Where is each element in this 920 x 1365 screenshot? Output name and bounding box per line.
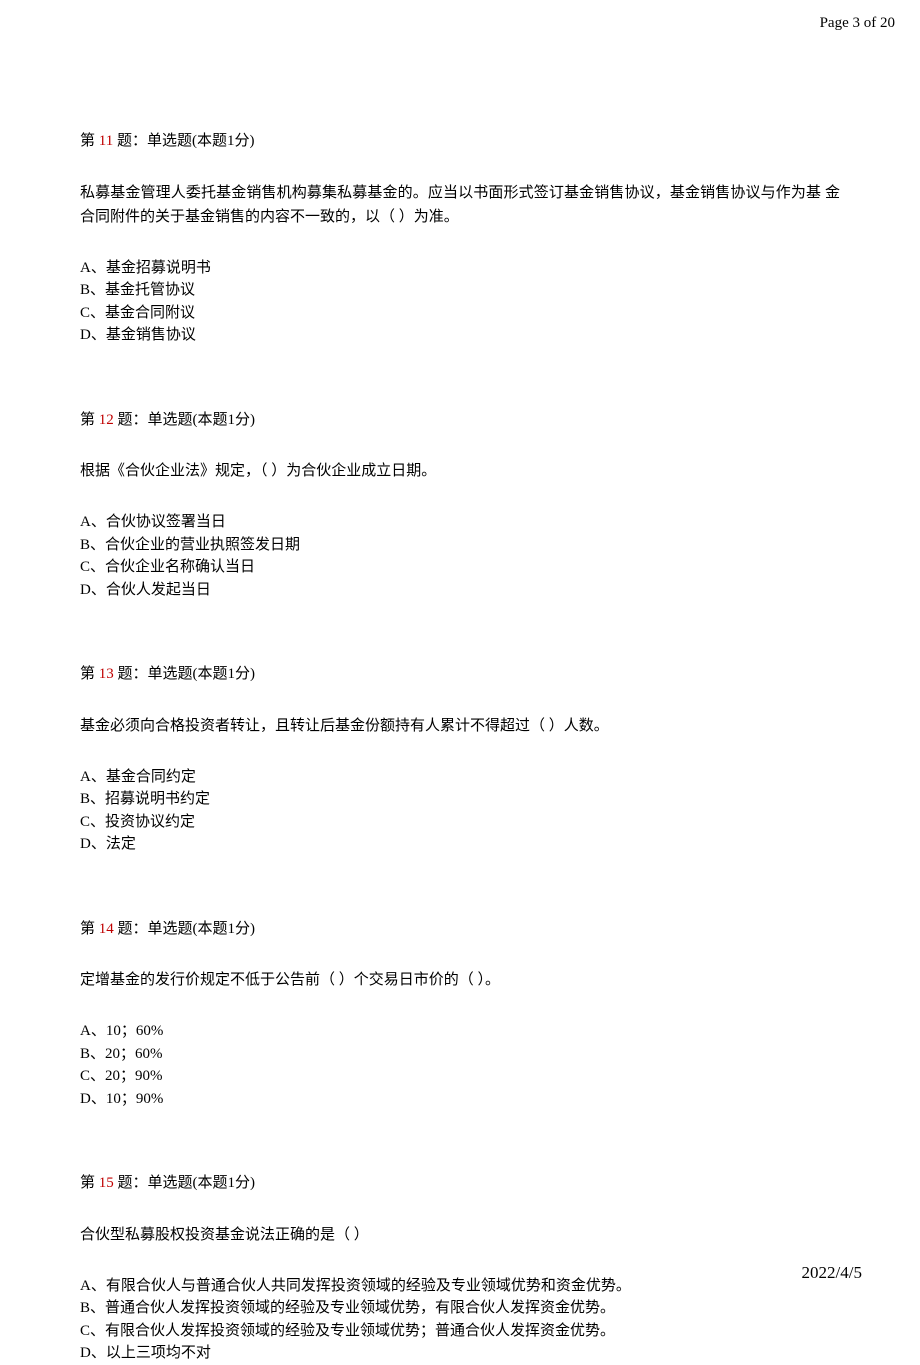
- question-text: 定增基金的发行价规定不低于公告前（ ）个交易日市价的（ ）。: [80, 968, 840, 992]
- question-13: 第 13 题：单选题(本题1分) 基金必须向合格投资者转让，且转让后基金份额持有…: [80, 663, 840, 856]
- question-number: 14: [99, 921, 114, 937]
- options-list: A、基金合同约定 B、招募说明书约定 C、投资协议约定 D、法定: [80, 766, 840, 856]
- question-prefix: 第: [80, 1175, 99, 1191]
- question-15: 第 15 题：单选题(本题1分) 合伙型私募股权投资基金说法正确的是（ ） A、…: [80, 1172, 840, 1365]
- option-a: A、有限合伙人与普通合伙人共同发挥投资领域的经验及专业领域优势和资金优势。: [80, 1275, 840, 1298]
- question-suffix: 题：单选题(本题1分): [114, 1175, 255, 1191]
- option-d: D、合伙人发起当日: [80, 579, 840, 602]
- question-prefix: 第: [80, 412, 99, 428]
- question-11: 第 11 题：单选题(本题1分) 私募基金管理人委托基金销售机构募集私募基金的。…: [80, 130, 840, 347]
- question-suffix: 题：单选题(本题1分): [114, 412, 255, 428]
- question-title: 第 13 题：单选题(本题1分): [80, 663, 840, 686]
- question-text: 合伙型私募股权投资基金说法正确的是（ ）: [80, 1223, 840, 1247]
- option-b: B、合伙企业的营业执照签发日期: [80, 534, 840, 557]
- question-title: 第 14 题：单选题(本题1分): [80, 918, 840, 941]
- option-b: B、基金托管协议: [80, 279, 840, 302]
- option-c: C、基金合同附议: [80, 302, 840, 325]
- question-suffix: 题：单选题(本题1分): [114, 666, 255, 682]
- option-c: C、合伙企业名称确认当日: [80, 556, 840, 579]
- question-prefix: 第: [80, 666, 99, 682]
- question-suffix: 题：单选题(本题1分): [114, 921, 255, 937]
- question-title: 第 11 题：单选题(本题1分): [80, 130, 840, 153]
- question-text: 基金必须向合格投资者转让，且转让后基金份额持有人累计不得超过（ ）人数。: [80, 714, 840, 738]
- options-list: A、10；60% B、20；60% C、20；90% D、10；90%: [80, 1020, 840, 1110]
- option-c: C、20；90%: [80, 1065, 840, 1088]
- question-number: 13: [99, 666, 114, 682]
- question-text: 根据《合伙企业法》规定，（ ）为合伙企业成立日期。: [80, 459, 840, 483]
- option-d: D、法定: [80, 833, 840, 856]
- options-list: A、有限合伙人与普通合伙人共同发挥投资领域的经验及专业领域优势和资金优势。 B、…: [80, 1275, 840, 1365]
- option-a: A、基金合同约定: [80, 766, 840, 789]
- option-d: D、基金销售协议: [80, 324, 840, 347]
- options-list: A、合伙协议签署当日 B、合伙企业的营业执照签发日期 C、合伙企业名称确认当日 …: [80, 511, 840, 601]
- question-prefix: 第: [80, 921, 99, 937]
- option-b: B、普通合伙人发挥投资领域的经验及专业领域优势，有限合伙人发挥资金优势。: [80, 1297, 840, 1320]
- option-d: D、10；90%: [80, 1088, 840, 1111]
- question-number: 15: [99, 1175, 114, 1191]
- question-prefix: 第: [80, 133, 99, 149]
- question-number: 12: [99, 412, 114, 428]
- question-title: 第 15 题：单选题(本题1分): [80, 1172, 840, 1195]
- page-number: Page 3 of 20: [820, 15, 895, 31]
- page-footer: 2022/4/5: [802, 1260, 862, 1286]
- option-a: A、合伙协议签署当日: [80, 511, 840, 534]
- option-b: B、20；60%: [80, 1043, 840, 1066]
- option-d: D、以上三项均不对: [80, 1342, 840, 1365]
- question-number: 11: [99, 133, 113, 149]
- footer-date: 2022/4/5: [802, 1263, 862, 1282]
- content-area: 第 11 题：单选题(本题1分) 私募基金管理人委托基金销售机构募集私募基金的。…: [0, 0, 920, 1365]
- option-a: A、10；60%: [80, 1020, 840, 1043]
- question-14: 第 14 题：单选题(本题1分) 定增基金的发行价规定不低于公告前（ ）个交易日…: [80, 918, 840, 1111]
- option-c: C、有限合伙人发挥投资领域的经验及专业领域优势；普通合伙人发挥资金优势。: [80, 1320, 840, 1343]
- question-suffix: 题：单选题(本题1分): [113, 133, 254, 149]
- option-b: B、招募说明书约定: [80, 788, 840, 811]
- page-header: Page 3 of 20: [820, 12, 895, 35]
- options-list: A、基金招募说明书 B、基金托管协议 C、基金合同附议 D、基金销售协议: [80, 257, 840, 347]
- question-title: 第 12 题：单选题(本题1分): [80, 409, 840, 432]
- option-c: C、投资协议约定: [80, 811, 840, 834]
- question-text: 私募基金管理人委托基金销售机构募集私募基金的。应当以书面形式签订基金销售协议，基…: [80, 181, 840, 229]
- option-a: A、基金招募说明书: [80, 257, 840, 280]
- question-12: 第 12 题：单选题(本题1分) 根据《合伙企业法》规定，（ ）为合伙企业成立日…: [80, 409, 840, 602]
